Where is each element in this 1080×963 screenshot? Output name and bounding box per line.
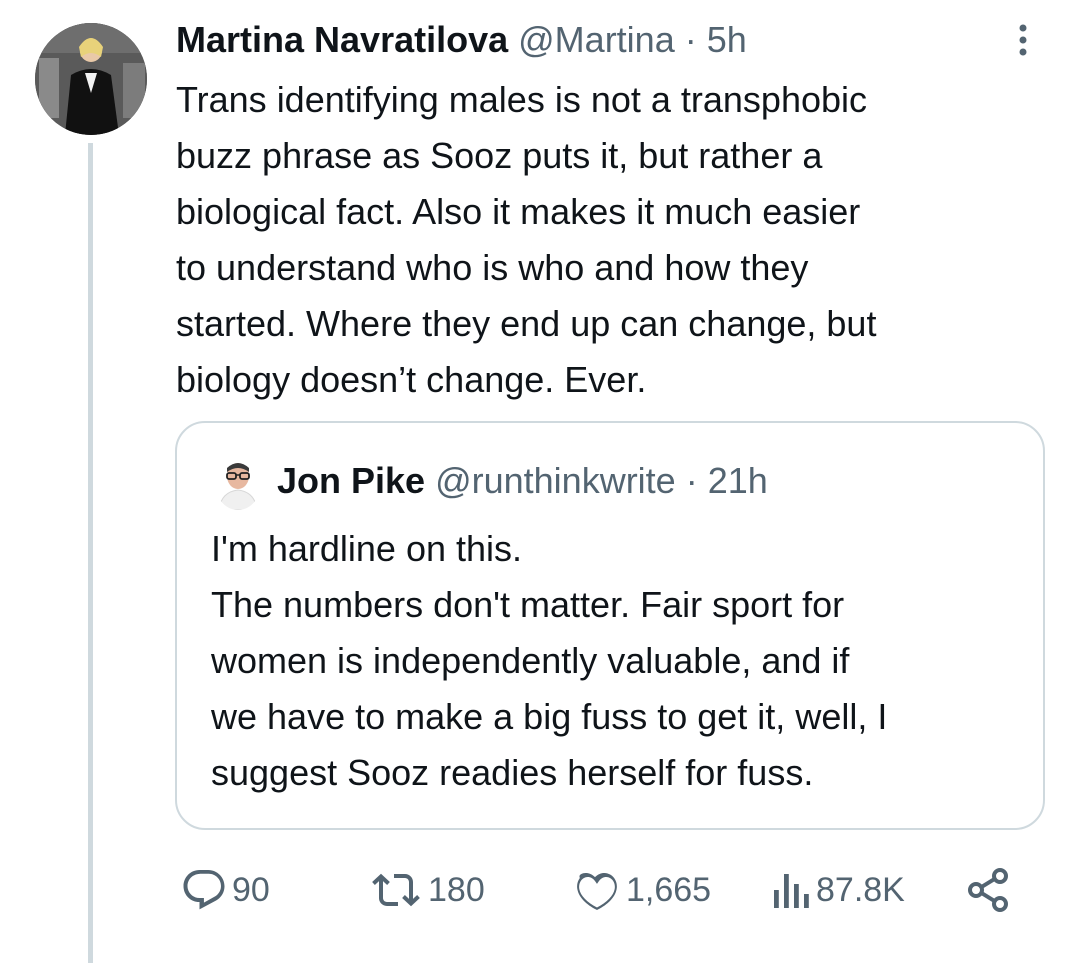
quote-author-handle[interactable]: @runthinkwrite [435, 460, 676, 501]
thread-line [88, 143, 93, 963]
repost-count: 180 [428, 870, 485, 909]
tweet-line: buzz phrase as Sooz puts it, but rather … [176, 135, 823, 176]
author-avatar[interactable] [35, 23, 147, 135]
bar-chart-icon [774, 874, 809, 908]
like-count: 1,665 [626, 870, 712, 909]
quote-header: Jon Pike @runthinkwrite · 21h [277, 459, 768, 503]
heart-icon [577, 873, 617, 911]
action-bar: 90 180 1,665 87.8K [176, 862, 1036, 918]
avatar-photo [35, 23, 147, 135]
repost-arrows-icon [372, 873, 420, 907]
quote-author-avatar[interactable] [215, 456, 261, 510]
views-count: 87.8K [816, 870, 905, 909]
reply-button[interactable]: 90 [180, 862, 270, 918]
like-button[interactable]: 1,665 [572, 862, 711, 918]
repost-button[interactable]: 180 [368, 862, 485, 918]
tweet-header: Martina Navratilova @Martina · 5h [176, 18, 747, 62]
share-nodes-icon [968, 868, 1008, 912]
speech-bubble-icon [183, 870, 225, 910]
tweet-time[interactable]: 5h [707, 19, 747, 60]
tweet-line: biological fact. Also it makes it much e… [176, 191, 861, 232]
author-handle[interactable]: @Martina [518, 19, 675, 60]
quote-author-name[interactable]: Jon Pike [277, 460, 425, 501]
quote-line: suggest Sooz readies herself for fuss. [211, 752, 814, 793]
quote-line: The numbers don't matter. Fair sport for [211, 584, 845, 625]
quote-line: I'm hardline on this. [211, 528, 523, 569]
quoted-tweet[interactable]: Jon Pike @runthinkwrite · 21h I'm hardli… [175, 421, 1045, 830]
tweet-text: Trans identifying males is not a transph… [176, 72, 1056, 408]
share-button[interactable] [964, 862, 1012, 918]
author-name[interactable]: Martina Navratilova [176, 19, 508, 60]
tweet-line: started. Where they end up can change, b… [176, 303, 877, 344]
tweet-line: Trans identifying males is not a transph… [176, 79, 868, 120]
more-button[interactable] [1008, 20, 1038, 60]
quote-avatar-photo [215, 456, 261, 510]
header-separator: · [684, 19, 697, 60]
quote-line: we have to make a big fuss to get it, we… [211, 696, 888, 737]
reply-count: 90 [232, 870, 270, 909]
views-button[interactable]: 87.8K [772, 862, 905, 918]
tweet-line: biology doesn’t change. Ever. [176, 359, 647, 400]
quote-time[interactable]: 21h [708, 460, 768, 501]
quote-line: women is independently valuable, and if [211, 640, 850, 681]
quote-text: I'm hardline on this. The numbers don't … [211, 521, 1031, 801]
quote-separator: · [685, 460, 698, 501]
tweet-line: to understand who is who and how they [176, 247, 809, 288]
vertical-dots-icon [1019, 24, 1027, 56]
